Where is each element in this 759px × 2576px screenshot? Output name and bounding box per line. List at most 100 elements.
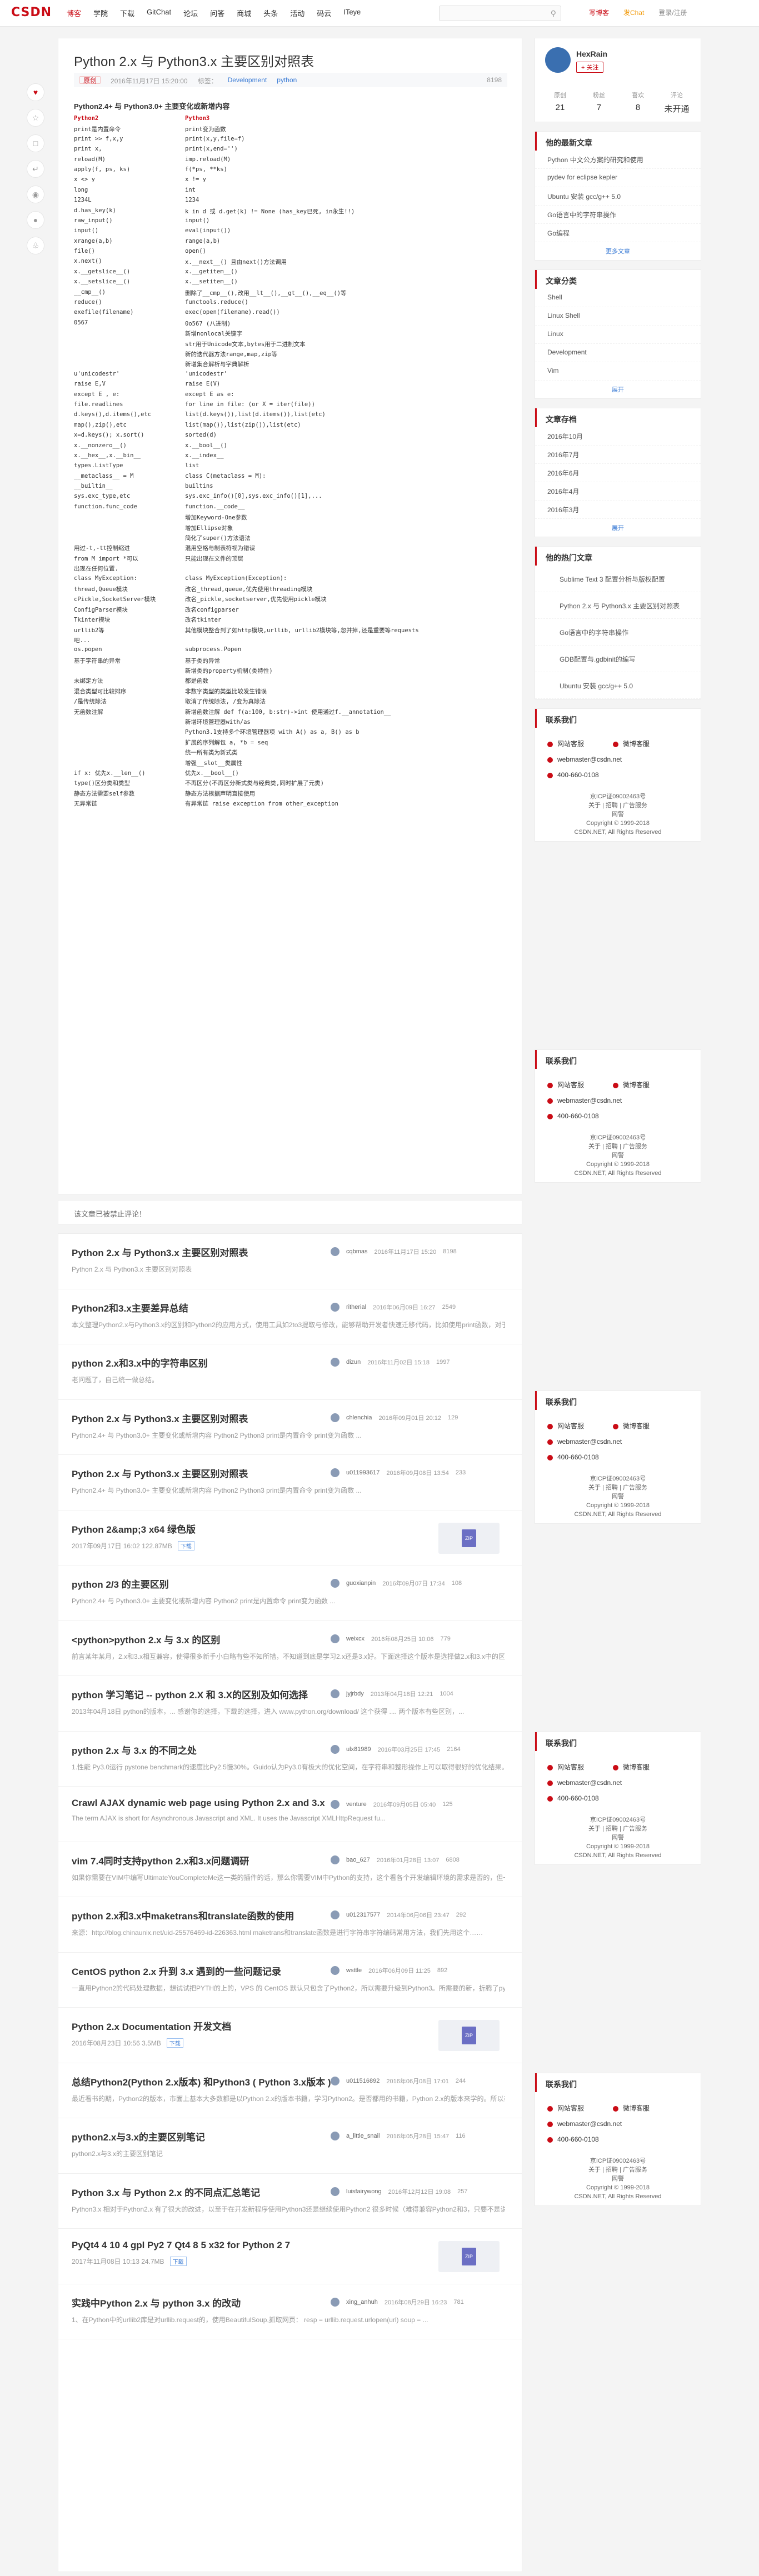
- archive-link[interactable]: 2016年7月: [535, 446, 701, 464]
- comment-icon[interactable]: □: [27, 134, 44, 152]
- star-icon[interactable]: ☆: [27, 109, 44, 127]
- category-link[interactable]: Shell: [535, 289, 701, 307]
- author-name[interactable]: xing_anhuh: [346, 2299, 378, 2305]
- nav-item[interactable]: 学院: [93, 8, 108, 18]
- related-title[interactable]: Python 3.x 与 Python 2.x 的不同点汇总笔记: [72, 2185, 333, 2199]
- weibo-icon[interactable]: ◉: [27, 186, 44, 203]
- download-tag[interactable]: 下载: [177, 1540, 194, 1550]
- hot-article-link[interactable]: Ubuntu 安装 gcc/g++ 5.04511: [535, 672, 701, 699]
- footer-links[interactable]: 关于 | 招聘 | 广告服务: [535, 1483, 701, 1492]
- nav-item[interactable]: 商城: [237, 8, 251, 18]
- nav-item[interactable]: GitChat: [147, 8, 171, 18]
- like-icon[interactable]: ♥: [27, 83, 44, 101]
- related-title[interactable]: python 2.x和3.x中的字符串区别: [72, 1355, 333, 1369]
- nav-item[interactable]: 下载: [120, 8, 134, 18]
- related-title[interactable]: Python2和3.x主要差异总结: [72, 1300, 333, 1314]
- avatar[interactable]: [331, 1634, 339, 1643]
- author-name[interactable]: cqbmas: [346, 1248, 368, 1255]
- email-link[interactable]: webmaster@csdn.net: [547, 1779, 622, 1787]
- related-item[interactable]: PyQt4 4 10 4 gpl Py2 7 Qt4 8 5 x32 for P…: [58, 2229, 522, 2284]
- online-service-link[interactable]: 网站客服: [547, 2103, 584, 2113]
- hot-article-link[interactable]: Sublime Text 3 配置分析与版权配置17973: [535, 566, 701, 592]
- related-item[interactable]: Python2和3.x主要差异总结 本文整理Python2.x与Python3.x…: [58, 1289, 522, 1344]
- avatar[interactable]: [331, 1468, 339, 1477]
- related-title[interactable]: Crawl AJAX dynamic web page using Python…: [72, 1798, 333, 1809]
- related-title[interactable]: vim 7.4同时支持python 2.x和3.x问题调研: [72, 1853, 333, 1867]
- archive-link[interactable]: 2016年10月: [535, 427, 701, 446]
- avatar[interactable]: [331, 1855, 339, 1864]
- weibo-service-link[interactable]: 微博客服: [613, 1080, 650, 1089]
- avatar[interactable]: [545, 47, 571, 73]
- related-item[interactable]: 实践中Python 2.x 与 python 3.x 的改动 1、在Python中…: [58, 2284, 522, 2339]
- category-link[interactable]: Linux Shell: [535, 307, 701, 326]
- download-tag[interactable]: 下载: [169, 2257, 187, 2266]
- avatar[interactable]: [331, 2187, 339, 2196]
- category-link[interactable]: Vim: [535, 362, 701, 381]
- author-name[interactable]: weixcx: [346, 1635, 364, 1642]
- related-title[interactable]: Python 2&amp;3 x64 绿色版: [72, 1522, 333, 1535]
- author-name[interactable]: u011516892: [346, 2078, 379, 2084]
- hot-title[interactable]: Ubuntu 安装 gcc/g++ 5.0: [547, 677, 692, 698]
- related-title[interactable]: python 2/3 的主要区别: [72, 1577, 333, 1590]
- author-name[interactable]: bao_627: [346, 1857, 370, 1863]
- related-item[interactable]: python 2.x和3.x中的字符串区别 老问题了，自己统一做总结。 dizun 2…: [58, 1344, 522, 1400]
- more-articles-link[interactable]: 更多文章: [535, 242, 701, 260]
- weibo-service-link[interactable]: 微博客服: [613, 1421, 650, 1430]
- author-name[interactable]: a_little_snail: [346, 2133, 380, 2139]
- hot-article-link[interactable]: Python 2.x 与 Python3.x 主要区别对照表8198: [535, 592, 701, 619]
- author-name[interactable]: guoxianpin: [346, 1580, 376, 1587]
- avatar[interactable]: [331, 1744, 339, 1754]
- nav-item[interactable]: 头条: [263, 8, 278, 18]
- related-title[interactable]: <python>python 2.x 与 3.x 的区别: [72, 1632, 333, 1646]
- recent-article-link[interactable]: Ubuntu 安装 gcc/g++ 5.0: [535, 187, 701, 206]
- author-name[interactable]: luisfairywong: [346, 2188, 382, 2195]
- author-name[interactable]: ulx81989: [346, 1746, 371, 1753]
- footer-links[interactable]: 关于 | 招聘 | 广告服务: [535, 2165, 701, 2174]
- nav-item[interactable]: 码云: [317, 8, 331, 18]
- category-link[interactable]: Linux: [535, 326, 701, 344]
- nav-item[interactable]: 博客: [67, 8, 81, 18]
- nav-item[interactable]: ITeye: [343, 8, 361, 18]
- related-item[interactable]: python 学习笔记 -- python 2.X 和 3.X的区别及如何选择 2…: [58, 1676, 522, 1732]
- hot-title[interactable]: Go语言中的字符串操作: [547, 623, 692, 645]
- tag-link[interactable]: python: [277, 76, 297, 84]
- archive-link[interactable]: 2016年4月: [535, 482, 701, 501]
- related-item[interactable]: CentOS python 2.x 升到 3.x 遇到的一些问题记录 一直用Pyt…: [58, 1953, 522, 2008]
- avatar[interactable]: [331, 1689, 339, 1698]
- category-link[interactable]: Development: [535, 344, 701, 362]
- author-name[interactable]: dizun: [346, 1359, 361, 1365]
- related-title[interactable]: python 2.x和3.x中maketrans和translate函数的使用: [72, 1908, 333, 1922]
- footer-links[interactable]: 关于 | 招聘 | 广告服务: [535, 1824, 701, 1833]
- avatar[interactable]: [331, 2076, 339, 2085]
- recent-article-link[interactable]: pydev for eclipse kepler: [535, 169, 701, 187]
- tag-link[interactable]: Development: [228, 76, 267, 84]
- hot-title[interactable]: Sublime Text 3 配置分析与版权配置: [547, 570, 692, 592]
- login-link[interactable]: 登录/注册: [658, 8, 687, 17]
- avatar[interactable]: [331, 1910, 339, 1919]
- email-link[interactable]: webmaster@csdn.net: [547, 756, 622, 763]
- author-name[interactable]: ritherial: [346, 1304, 366, 1310]
- avatar[interactable]: [331, 1800, 339, 1809]
- avatar[interactable]: [331, 1358, 339, 1367]
- related-item[interactable]: Python 2.x 与 Python3.x 主要区别对照表 Python2.4+…: [58, 1455, 522, 1510]
- avatar[interactable]: [331, 2132, 339, 2140]
- related-title[interactable]: PyQt4 4 10 4 gpl Py2 7 Qt4 8 5 x32 for P…: [72, 2240, 333, 2251]
- author-name[interactable]: u012317577: [346, 1912, 380, 1918]
- related-item[interactable]: Python 2.x 与 Python3.x 主要区别对照表 Python 2.x…: [58, 1234, 522, 1289]
- related-title[interactable]: Python 2.x 与 Python3.x 主要区别对照表: [72, 1245, 333, 1259]
- wechat-icon[interactable]: ●: [27, 211, 44, 229]
- hot-article-link[interactable]: GDB配置与.gdbinit的编写6530: [535, 646, 701, 672]
- recent-article-link[interactable]: Go语言中的字符串操作: [535, 206, 701, 224]
- author-name[interactable]: venture: [346, 1801, 367, 1808]
- avatar[interactable]: [331, 1302, 339, 1312]
- archive-link[interactable]: 2016年6月: [535, 464, 701, 482]
- bell-icon[interactable]: ♧: [27, 237, 44, 254]
- email-link[interactable]: webmaster@csdn.net: [547, 1097, 622, 1104]
- nav-item[interactable]: 论坛: [183, 8, 198, 18]
- related-item[interactable]: python2.x与3.x的主要区别笔记 python2.x与3.x的主要区别笔记…: [58, 2118, 522, 2174]
- related-item[interactable]: <python>python 2.x 与 3.x 的区别 前言某年某月，2.x和3…: [58, 1621, 522, 1676]
- share-icon[interactable]: ↵: [27, 160, 44, 178]
- recent-article-link[interactable]: Python 中文公方案的研究和使用: [535, 151, 701, 169]
- related-title[interactable]: Python 2.x 与 Python3.x 主要区别对照表: [72, 1466, 333, 1480]
- weibo-service-link[interactable]: 微博客服: [613, 2103, 650, 2113]
